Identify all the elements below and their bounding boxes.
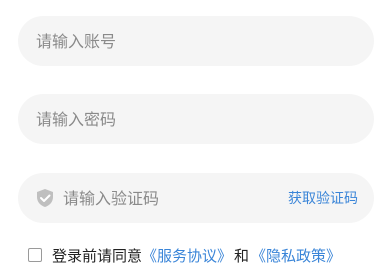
password-input[interactable] — [18, 94, 374, 144]
agreement-prefix: 登录前请同意 — [52, 246, 143, 265]
verification-code-field[interactable]: 获取验证码 — [18, 173, 374, 223]
privacy-policy-link[interactable]: 《隐私政策》 — [251, 245, 341, 266]
service-agreement-link[interactable]: 《服务协议》 — [142, 245, 232, 266]
password-field[interactable] — [18, 94, 374, 144]
account-input[interactable] — [18, 16, 374, 66]
login-form: 获取验证码 登录前请同意 《服务协议》 和 《隐私政策》 — [0, 0, 390, 276]
shield-check-icon — [35, 188, 55, 208]
account-field[interactable] — [18, 16, 374, 66]
agreement-checkbox[interactable] — [28, 248, 42, 262]
get-code-button[interactable]: 获取验证码 — [280, 188, 374, 208]
agreement-conjunction: 和 — [234, 246, 250, 265]
verification-code-input[interactable] — [63, 173, 280, 223]
agreement-row: 登录前请同意 《服务协议》 和 《隐私政策》 — [28, 244, 341, 266]
